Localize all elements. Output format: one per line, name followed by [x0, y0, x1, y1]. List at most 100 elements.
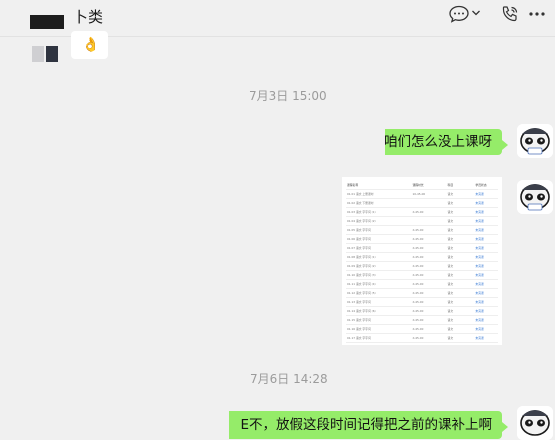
table-cell: 未完课 — [474, 216, 498, 226]
panda-avatar-icon — [517, 406, 553, 440]
course-list-table: 课程名称 课程时长 科目 学员状态 01.01 语文 上册课时 10-45-00 语… — [346, 181, 498, 345]
table-row: 01.12 语文 字字词 (5) X-45-00 语文 未完课 — [346, 288, 498, 298]
table-row: 01.18 语文 字字词 (7)X-45-00语文未完课 — [346, 342, 498, 345]
table-row: 01.16 语文 字字词 X-45-00 语文 未完课 — [346, 324, 498, 334]
table-cell: X-45-00 — [411, 234, 447, 244]
contact-avatar[interactable] — [32, 44, 58, 62]
table-cell: 语文 — [446, 297, 475, 307]
table-row: 01.08 语文 字字词 (1) X-45-00 语文 未完课 — [346, 252, 498, 262]
message-text: 咱们怎么没上课呀 — [384, 134, 492, 150]
sent-message-bubble[interactable]: 咱们怎么没上课呀 — [337, 129, 508, 155]
received-message-bubble[interactable]: 👌 — [71, 31, 108, 59]
table-cell: 01.10 语文 字字词 (3) — [346, 270, 412, 280]
table-cell: X-45-00 — [411, 288, 447, 298]
table-cell: 01.11 语文 字字词 (4) — [346, 279, 412, 289]
table-cell: X-45-00 — [411, 270, 447, 280]
table-cell: 01.09 语文 字字词 (2) — [346, 261, 412, 271]
table-cell: 语文 — [446, 279, 475, 289]
table-cell — [411, 198, 447, 208]
table-row: 01.06 语文 字字词 X-45-00 语文 未完课 — [346, 234, 498, 244]
table-cell: 未完课 — [474, 207, 498, 217]
table-cell: 语文 — [446, 234, 475, 244]
table-cell: 未完课 — [474, 279, 498, 289]
my-avatar[interactable] — [517, 124, 553, 158]
redacted-area — [337, 129, 385, 155]
table-cell: 01.18 语文 字字词 (7) — [346, 342, 412, 345]
table-cell: X-45-00 — [411, 252, 447, 262]
table-row: 01.02 语文 下册课时 语文 未完课 — [346, 198, 498, 208]
table-cell: X-45-00 — [411, 342, 447, 345]
table-cell: 未完课 — [474, 261, 498, 271]
sent-message-bubble[interactable]: E不，放假这段时间记得把之前的课补上啊 — [193, 411, 508, 439]
table-header: 课程名称 — [346, 181, 412, 190]
table-cell: X-45-00 — [411, 315, 447, 325]
table-cell: 01.16 语文 字字词 — [346, 324, 412, 334]
table-cell: 语文 — [446, 261, 475, 271]
more-icon[interactable] — [527, 5, 547, 23]
table-cell: 未完课 — [474, 288, 498, 298]
table-cell: 语文 — [446, 243, 475, 253]
table-cell: X-45-00 — [411, 261, 447, 271]
table-cell: 语文 — [446, 306, 475, 316]
my-avatar[interactable] — [517, 406, 553, 440]
table-cell: 未完课 — [474, 252, 498, 262]
table-row: 01.09 语文 字字词 (2) X-45-00 语文 未完课 — [346, 261, 498, 271]
redacted-area — [193, 411, 229, 439]
table-cell: 未完课 — [474, 333, 498, 343]
table-cell: 语文 — [446, 216, 475, 226]
table-cell: 未完课 — [474, 306, 498, 316]
timestamp: 7月3日 15:00 — [249, 89, 327, 103]
table-cell: 语文 — [446, 252, 475, 262]
table-cell: 10-45-00 — [411, 189, 447, 199]
panda-avatar-icon — [517, 180, 553, 214]
phone-call-icon[interactable] — [501, 5, 519, 23]
table-cell: X-45-00 — [411, 207, 447, 217]
table-cell: 语文 — [446, 189, 475, 199]
table-header: 课程时长 — [411, 181, 447, 190]
table-cell: 01.08 语文 字字词 (1) — [346, 252, 412, 262]
table-cell: 01.05 语文 字字词 — [346, 225, 412, 235]
table-header: 学员状态 — [474, 181, 498, 190]
table-cell: 语文 — [446, 324, 475, 334]
table-cell: 语文 — [446, 207, 475, 217]
table-cell: 语文 — [446, 342, 475, 345]
message-text: E不，放假这段时间记得把之前的课补上啊 — [240, 417, 492, 433]
table-cell: 语文 — [446, 333, 475, 343]
table-cell: 未完课 — [474, 270, 498, 280]
table-cell: 未完课 — [474, 234, 498, 244]
table-cell: 01.13 语文 字字词 — [346, 297, 412, 307]
table-row: 01.04 语文 字字词 (2) 语文 未完课 — [346, 216, 498, 226]
table-cell: 01.01 语文 上册课时 — [346, 189, 412, 199]
panda-avatar-icon — [517, 124, 553, 158]
table-row: 01.03 语文 字字词 (1) X-45-00 语文 未完课 — [346, 207, 498, 217]
table-cell: 未完课 — [474, 297, 498, 307]
table-cell: 未完课 — [474, 198, 498, 208]
table-row: 01.05 语文 字字词 X-45-00 语文 未完课 — [346, 225, 498, 235]
table-cell: 未完课 — [474, 243, 498, 253]
table-cell: X-45-00 — [411, 243, 447, 253]
table-row: 01.17 语文 字字词 X-45-00 语文 未完课 — [346, 333, 498, 343]
chat-bubble-icon[interactable] — [448, 5, 470, 23]
table-row: 01.10 语文 字字词 (3) X-45-00 语文 未完课 — [346, 270, 498, 280]
table-cell: 语文 — [446, 198, 475, 208]
table-cell: 01.17 语文 字字词 — [346, 333, 412, 343]
table-cell: 01.07 语文 字字词 — [346, 243, 412, 253]
table-cell: 语文 — [446, 288, 475, 298]
chevron-down-icon[interactable] — [471, 9, 481, 17]
table-cell: 01.06 语文 字字词 — [346, 234, 412, 244]
table-cell: 未完课 — [474, 315, 498, 325]
table-cell: X-45-00 — [411, 279, 447, 289]
timestamp: 7月6日 14:28 — [250, 372, 328, 386]
image-message[interactable]: 课程名称 课程时长 科目 学员状态 01.01 语文 上册课时 10-45-00 语… — [342, 177, 502, 345]
table-cell: 01.03 语文 字字词 (1) — [346, 207, 412, 217]
table-cell: 未完课 — [474, 324, 498, 334]
my-avatar[interactable] — [517, 180, 553, 214]
table-row: 01.07 语文 字字词 X-45-00 语文 未完课 — [346, 243, 498, 253]
table-header: 科目 — [446, 181, 475, 190]
table-cell: 语文 — [446, 225, 475, 235]
table-row: 01.14 语文 字字词 (6) X-45-00 语文 未完课 — [346, 306, 498, 316]
table-cell: X-45-00 — [411, 225, 447, 235]
table-cell — [411, 216, 447, 226]
table-cell: 未完课 — [474, 225, 498, 235]
table-cell: 未完课 — [474, 189, 498, 199]
